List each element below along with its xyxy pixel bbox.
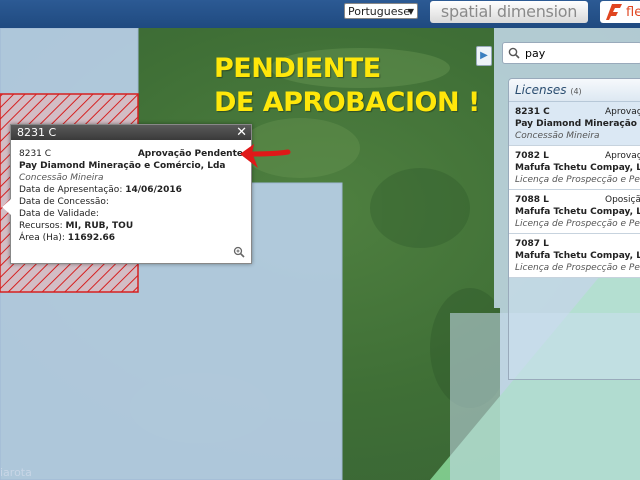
license-list-item[interactable]: 7087 L Mafufa Tchetu Compay, Limitada Li…: [509, 234, 640, 278]
popup-field-row: Área (Ha): 11692.66: [19, 232, 243, 244]
popup-field-row: Data de Apresentação: 14/06/2016: [19, 184, 243, 196]
language-select[interactable]: Portuguese ▼: [344, 3, 418, 19]
license-id: 7088 L: [515, 195, 549, 205]
license-list-item[interactable]: 8231 C Aprovação Pendente Pay Diamond Mi…: [509, 102, 640, 146]
popup-field-row: Data de Concessão:: [19, 196, 243, 208]
licenses-count: (4): [570, 87, 582, 96]
license-id: 8231 C: [515, 107, 550, 117]
pending-annotation: PENDIENTE DE APROBACION !: [214, 52, 504, 120]
field-label: Data de Apresentação:: [19, 185, 123, 195]
flex-logo-text: fle: [626, 5, 640, 20]
field-value: 14/06/2016: [125, 185, 182, 195]
popup-title: 8231 C: [17, 126, 57, 139]
zoom-to-icon[interactable]: [233, 246, 245, 258]
license-company: Mafufa Tchetu Compay, Limitada: [515, 251, 640, 261]
popup-body: 8231 C Aprovação Pendente Pay Diamond Mi…: [11, 140, 251, 258]
popup-field-row: Recursos: MI, RUB, TOU: [19, 220, 243, 232]
licenses-header: Licenses (4): [509, 79, 640, 102]
license-id: 7082 L: [515, 151, 549, 161]
license-status: Oposição: [605, 195, 640, 205]
license-company: Mafufa Tchetu Compay, Limitada: [515, 207, 640, 217]
flex-logo: fle: [600, 1, 640, 23]
field-value: 11692.66: [67, 233, 116, 243]
license-company: Pay Diamond Mineração e Comércio, Lda: [515, 119, 640, 129]
top-bar: Portuguese ▼ spatial dimension fle: [0, 0, 640, 28]
license-list-item[interactable]: 7082 L Aprovação Mafufa Tchetu Compay, L…: [509, 146, 640, 190]
popup-company: Pay Diamond Mineração e Comércio, Lda: [19, 161, 226, 171]
chevron-down-icon: ▼: [407, 7, 414, 16]
field-value: MI, RUB, TOU: [65, 221, 134, 231]
licenses-title: Licenses: [515, 83, 567, 97]
license-list-item[interactable]: 7088 L Oposição Mafufa Tchetu Compay, Li…: [509, 190, 640, 234]
field-label: Área (Ha):: [19, 233, 65, 243]
license-company: Mafufa Tchetu Compay, Limitada: [515, 163, 640, 173]
popup-license-type: Concessão Mineira: [19, 173, 104, 183]
popup-pointer: [2, 199, 11, 215]
license-status: Aprovação: [605, 151, 640, 161]
popup-header: 8231 C ✕: [11, 125, 251, 140]
license-type: Licença de Prospecção e Pesquisa: [515, 219, 640, 229]
spatial-dimension-logo: spatial dimension: [430, 1, 588, 23]
field-label: Recursos:: [19, 221, 63, 231]
license-status: Aprovação Pendente: [605, 107, 640, 117]
field-label: Data de Validade:: [19, 209, 99, 219]
popup-field-row: Data de Validade:: [19, 208, 243, 220]
search-icon: [508, 47, 520, 59]
flex-logo-icon: [606, 4, 622, 20]
license-popup: 8231 C ✕ 8231 C Aprovação Pendente Pay D…: [2, 124, 252, 264]
licenses-panel: Licenses (4) 8231 C Aprovação Pendente P…: [508, 78, 640, 380]
popup-status: Aprovação Pendente: [137, 149, 243, 159]
map-attribution: iarota: [0, 466, 32, 479]
annotation-line-2: DE APROBACION !: [214, 87, 480, 118]
field-label: Data de Concessão:: [19, 197, 109, 207]
red-arrow-icon: [240, 144, 291, 168]
search-input[interactable]: [525, 45, 635, 61]
annotation-line-1: PENDIENTE: [214, 53, 381, 84]
search-box[interactable]: [502, 42, 640, 64]
collapse-panel-icon[interactable]: ▶: [476, 46, 492, 66]
license-id: 7087 L: [515, 239, 549, 249]
license-type: Concessão Mineira: [515, 131, 600, 141]
popup-license-id: 8231 C: [19, 149, 52, 159]
popup-id-line: 8231 C Aprovação Pendente: [19, 148, 243, 160]
license-type: Licença de Prospecção e Pesquisa: [515, 263, 640, 273]
language-selected: Portuguese: [348, 5, 410, 18]
license-type: Licença de Prospecção e Pesquisa: [515, 175, 640, 185]
